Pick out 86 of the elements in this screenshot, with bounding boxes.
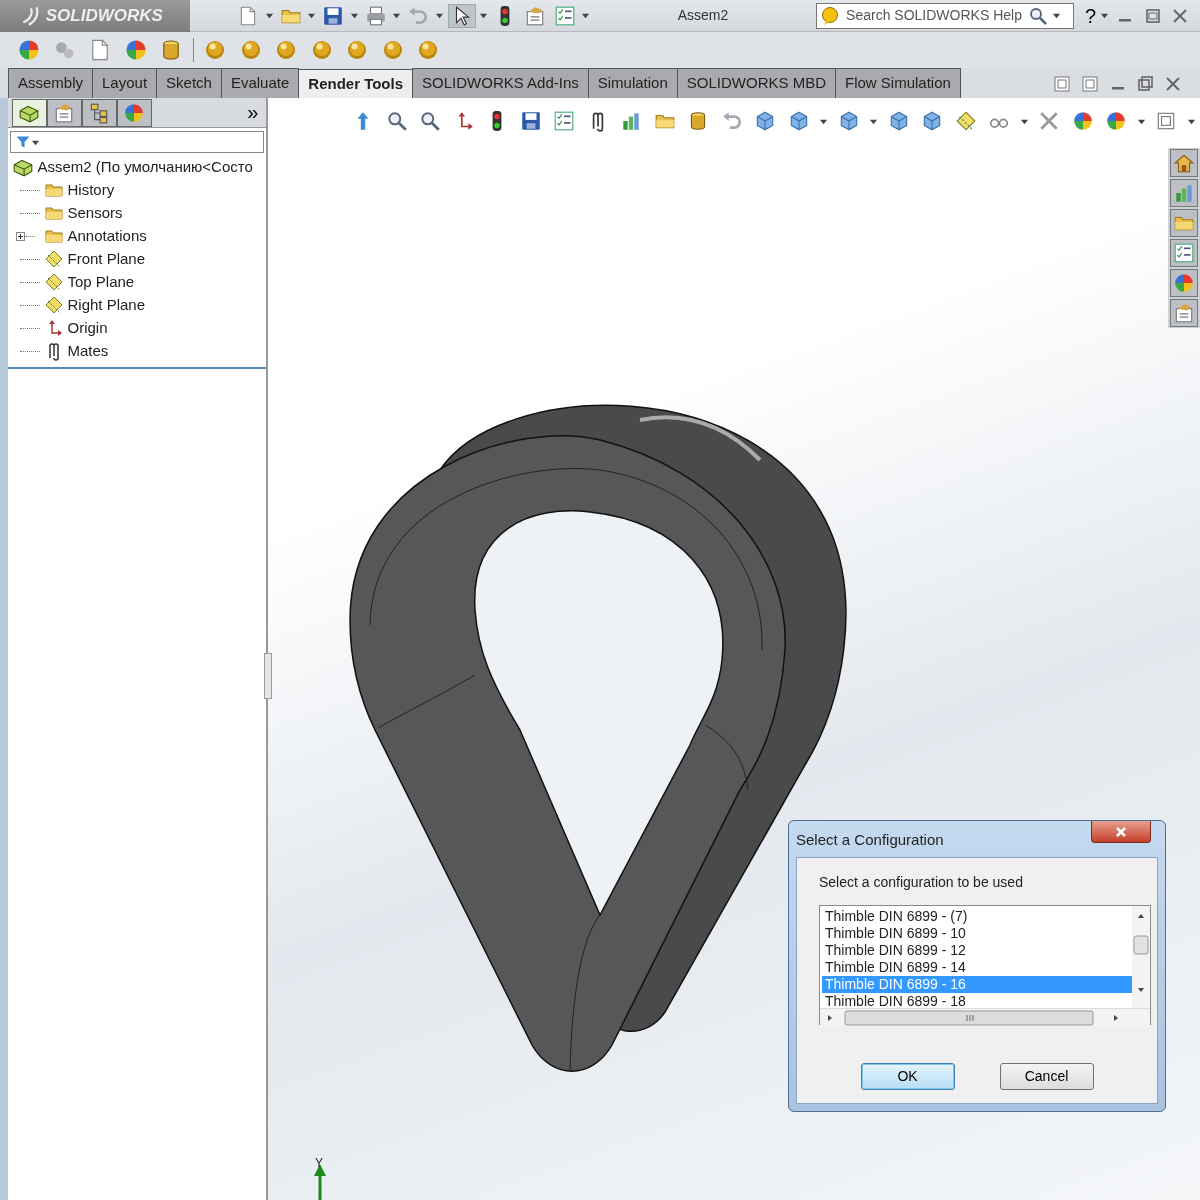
save-icon[interactable]	[322, 4, 344, 27]
caret-icon	[434, 11, 444, 20]
configuration-list[interactable]: Thimble DIN 6899 - (7) Thimble DIN 6899 - 10 Thimble DIN 6899 - 12 Thimble DIN 6899 - 14 Thimble DIN 6899 - 16 Thimble DIN 6899 - 18	[819, 905, 1151, 1025]
close-icon[interactable]	[1114, 825, 1127, 838]
ribbon-tab[interactable]: SOLIDWORKS MBD	[676, 67, 836, 98]
checklist-icon[interactable]	[553, 110, 575, 132]
tree-item[interactable]: Right Plane	[67, 293, 146, 317]
color-wheel-icon[interactable]	[1105, 110, 1127, 132]
cube-icon[interactable]	[754, 110, 776, 132]
ball-icon[interactable]	[416, 38, 440, 62]
ribbon-tab[interactable]: Render Tools	[298, 69, 414, 98]
help-balloon-icon	[820, 5, 841, 26]
zoom-icon[interactable]	[419, 110, 441, 132]
ribbon-tab[interactable]: Sketch	[156, 67, 222, 98]
bar-chart-icon[interactable]	[1173, 182, 1195, 204]
tile-icon[interactable]	[1052, 74, 1072, 95]
close-button[interactable]	[1090, 821, 1151, 843]
splitter-handle[interactable]	[264, 653, 272, 699]
color-wheel-icon[interactable]	[1071, 110, 1094, 132]
tile-icon[interactable]	[1079, 74, 1100, 95]
plane-icon	[43, 249, 64, 269]
list-item[interactable]: Thimble DIN 6899 - 18	[822, 993, 1132, 1008]
vertical-scrollbar[interactable]	[1132, 906, 1150, 1008]
color-wheel-icon[interactable]	[17, 38, 41, 62]
dialog-prompt: Select a configuration to be used	[819, 873, 1024, 892]
ball-icon[interactable]	[345, 38, 369, 62]
tree-item[interactable]: Assem2 (По умолчанию<Состо	[37, 156, 253, 179]
undo-icon[interactable]	[720, 110, 743, 132]
help-button[interactable]: ?	[1081, 0, 1101, 31]
axis-label: Y	[315, 1155, 323, 1172]
cross-icon[interactable]	[1038, 110, 1060, 132]
search-icon	[1027, 5, 1048, 26]
plane-icon	[43, 295, 64, 315]
filter-icon	[14, 134, 31, 150]
printer-icon[interactable]	[364, 4, 387, 27]
ball-icon[interactable]	[203, 38, 227, 62]
caret-icon	[307, 11, 317, 20]
ribbon-tab[interactable]: Flow Simulation	[835, 67, 961, 98]
caret-icon	[581, 11, 591, 20]
app-logo: SOLIDWORKS	[45, 4, 163, 27]
caret-icon	[349, 11, 359, 20]
expand-button[interactable]: »	[243, 97, 263, 127]
dialog-button[interactable]: Cancel	[999, 1063, 1094, 1090]
list-item[interactable]: Thimble DIN 6899 - 10	[822, 925, 1132, 942]
clipboard-icon[interactable]	[1173, 302, 1195, 324]
caret-icon	[264, 11, 274, 20]
bar-chart-icon[interactable]	[620, 110, 642, 132]
color-wheel-icon[interactable]	[123, 102, 146, 124]
save-icon[interactable]	[519, 110, 542, 132]
ribbon-tab[interactable]: Simulation	[587, 67, 678, 98]
zoom-icon[interactable]	[385, 110, 408, 132]
ball-icon[interactable]	[274, 38, 298, 62]
tree-item[interactable]: Mates	[67, 339, 109, 363]
undo-icon[interactable]	[407, 4, 429, 27]
ribbon-tab[interactable]: Layout	[92, 67, 158, 98]
cube-icon[interactable]	[921, 110, 943, 132]
list-item[interactable]: Thimble DIN 6899 - 12	[822, 942, 1132, 959]
dialog-title: Select a Configuration	[796, 829, 944, 850]
tree-item[interactable]: Front Plane	[67, 247, 146, 271]
caret-icon	[479, 11, 489, 20]
horizontal-scrollbar[interactable]	[820, 1008, 1150, 1026]
ribbon-tab[interactable]: SOLIDWORKS Add-Ins	[412, 67, 589, 98]
list-item[interactable]: Thimble DIN 6899 - (7)	[822, 908, 1132, 925]
tree-item[interactable]: Origin	[67, 316, 108, 340]
tree-item[interactable]: History	[67, 178, 115, 202]
caret-icon	[392, 11, 402, 20]
expand-toggle[interactable]	[16, 231, 25, 241]
checklist-icon[interactable]	[553, 4, 576, 27]
tree-item[interactable]: Annotations	[67, 224, 147, 248]
plane-icon	[43, 272, 64, 292]
plane-icon[interactable]	[954, 110, 977, 132]
list-item[interactable]: Thimble DIN 6899 - 14	[822, 959, 1132, 976]
checklist-icon[interactable]	[1173, 242, 1195, 264]
caret-icon	[1100, 11, 1110, 20]
search-field[interactable]: Search SOLIDWORKS Help	[815, 2, 1074, 29]
window-title: Assem2	[677, 6, 729, 25]
ribbon-tab[interactable]: Assembly	[8, 67, 94, 98]
house-icon[interactable]	[1173, 152, 1195, 174]
caret-icon	[1051, 11, 1061, 20]
color-wheel-icon[interactable]	[123, 38, 148, 62]
tile-icon[interactable]	[1155, 110, 1177, 132]
tree-item[interactable]: Top Plane	[67, 270, 135, 294]
tree-item[interactable]: Sensors	[67, 201, 123, 225]
color-wheel-icon[interactable]	[1173, 272, 1195, 294]
dialog-button[interactable]: OK	[860, 1063, 955, 1090]
filter-field[interactable]	[10, 131, 264, 153]
